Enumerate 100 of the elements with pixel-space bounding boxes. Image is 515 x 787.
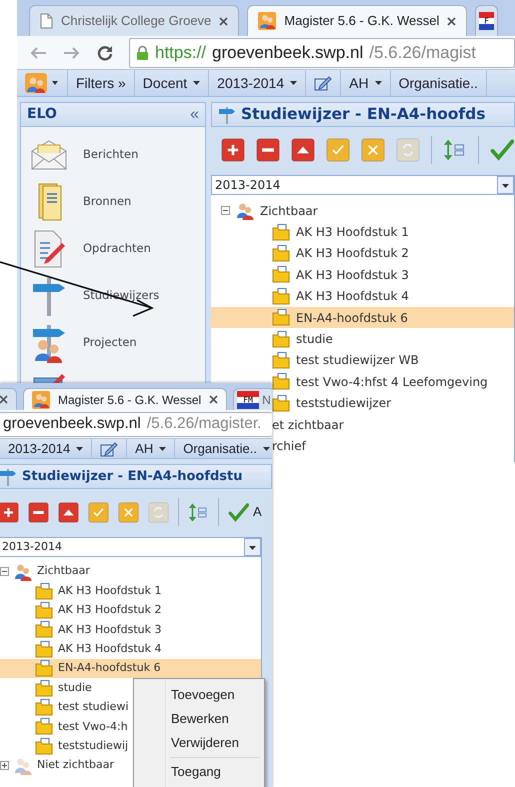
tree-item[interactable]: test Vwo-4:h xyxy=(35,717,132,737)
folder-icon xyxy=(272,330,290,348)
tree-item[interactable]: test studiewi xyxy=(35,698,132,718)
browser-tab[interactable]: F xyxy=(475,5,498,36)
add-button[interactable] xyxy=(0,502,19,522)
tree-item[interactable]: AK H3 Hoofdstuk 3 xyxy=(272,264,413,286)
collapse-icon[interactable] xyxy=(221,206,230,216)
sidebar-item[interactable]: Projecten xyxy=(21,319,205,366)
menu-item[interactable]: Toegang xyxy=(134,760,264,784)
tree-item[interactable]: test Vwo-4:hfst 4 Leefomgeving xyxy=(272,371,492,393)
menu-dropdown[interactable]: 2013-2014 xyxy=(0,439,92,458)
page-icon xyxy=(40,13,53,29)
menu-dropdown[interactable]: AH xyxy=(341,70,391,96)
folder-icon xyxy=(272,266,290,284)
edit-icon[interactable] xyxy=(314,75,332,91)
tree-view-button[interactable] xyxy=(443,138,467,162)
signpost-icon xyxy=(218,106,236,124)
folder-icon xyxy=(272,288,290,305)
remove-button[interactable] xyxy=(28,502,49,522)
tree-item[interactable]: AK H3 Hoofdstuk 4 xyxy=(35,640,166,659)
signpost-icon xyxy=(0,468,17,486)
folder-icon xyxy=(35,660,53,678)
folder-icon xyxy=(35,640,53,658)
caret-icon xyxy=(193,81,200,85)
collapse-button[interactable]: « xyxy=(190,102,199,126)
address-field[interactable]: groevenbeek.swp.nl /5.6.26/magister. xyxy=(0,412,272,436)
tree-item[interactable]: rchief xyxy=(272,435,310,457)
move-up-button[interactable] xyxy=(58,502,79,522)
expand-icon[interactable] xyxy=(0,761,9,770)
folder-icon xyxy=(272,224,290,241)
tree-item[interactable]: studie xyxy=(272,328,337,350)
signpost-icon xyxy=(31,276,67,316)
caret-icon xyxy=(76,446,84,450)
sidebar-item[interactable]: Opdrachten xyxy=(21,225,205,272)
address-field[interactable]: https:// groevenbeek.swp.nl /5.6.26/magist xyxy=(129,38,515,68)
tree-item[interactable]: Niet zichtbaar xyxy=(0,756,118,776)
close-icon[interactable] xyxy=(219,16,228,26)
tree-item[interactable]: test studiewijzer WB xyxy=(272,350,423,372)
sidebar-title: ELO xyxy=(27,105,57,124)
close-icon[interactable] xyxy=(0,395,8,404)
tree-view-button[interactable] xyxy=(188,502,209,522)
reload-icon[interactable] xyxy=(97,44,113,60)
folder-icon xyxy=(35,621,53,638)
accept-button[interactable]: A xyxy=(228,502,262,522)
panel-title: Studiewijzer - EN-A4-hoofds xyxy=(241,104,486,125)
tree-item[interactable]: AK H3 Hoofdstuk 4 xyxy=(272,286,413,307)
document-pencil-icon xyxy=(32,228,66,268)
tree-item[interactable]: EN-A4-hoofdstuk 6 xyxy=(211,306,514,328)
close-icon[interactable] xyxy=(209,395,218,404)
accept-button[interactable] xyxy=(490,138,514,162)
tree-item[interactable]: AK H3 Hoofdstuk 2 xyxy=(35,600,166,620)
tree-item[interactable]: studie xyxy=(35,678,96,698)
tree-item[interactable]: Zichtbaar xyxy=(221,200,322,222)
folder-icon xyxy=(35,602,53,619)
tree-item[interactable]: AK H3 Hoofdstuk 3 xyxy=(35,620,166,640)
menu-item[interactable]: Toevoegen xyxy=(134,683,264,707)
menu-item[interactable]: Bewerken xyxy=(134,707,264,731)
sidebar-item[interactable]: Berichten xyxy=(21,131,205,178)
remove-button[interactable] xyxy=(256,138,280,162)
menu-item[interactable]: Organisatie.. xyxy=(390,70,487,96)
tree-item[interactable]: AK H3 Hoofdstuk 1 xyxy=(272,221,413,243)
menu-item[interactable]: Filters » xyxy=(68,70,135,96)
tree-item[interactable]: teststudiewijzer xyxy=(272,392,396,414)
folder-icon xyxy=(272,373,290,390)
collapse-icon[interactable] xyxy=(0,567,9,576)
tree-item[interactable]: teststudiewij xyxy=(35,736,132,756)
folder-icon xyxy=(35,738,53,755)
lock-icon xyxy=(136,44,149,60)
tree-item[interactable]: et zichtbaar xyxy=(272,414,348,436)
browser-tab[interactable]: FM N xyxy=(233,388,272,410)
menu-dropdown[interactable]: Organisatie.. xyxy=(175,439,272,458)
people-icon xyxy=(32,390,50,408)
tree-item[interactable]: AK H3 Hoofdstuk 2 xyxy=(272,242,413,264)
close-icon[interactable] xyxy=(447,16,456,26)
browser-tab[interactable]: Magister 5.6 - G.K. Wessel xyxy=(247,5,468,36)
tree-item[interactable]: EN-A4-hoofdstuk 6 xyxy=(0,658,261,678)
app-menu-icon[interactable] xyxy=(25,73,59,93)
folder-icon xyxy=(272,244,290,262)
year-dropdown[interactable]: 2013-2014 xyxy=(0,537,262,557)
folder-icon xyxy=(272,309,290,326)
edit-icon[interactable] xyxy=(100,440,118,456)
move-up-button[interactable] xyxy=(291,138,315,162)
browser-tab[interactable]: Christelijk College Groeve xyxy=(29,5,240,36)
caret-icon xyxy=(290,81,298,85)
browser-tab[interactable]: Magister 5.6 - G.K. Wessel xyxy=(23,388,228,410)
menu-dropdown[interactable]: Docent xyxy=(134,70,210,96)
signpost-people-icon xyxy=(31,322,67,362)
people-icon xyxy=(14,756,32,775)
tree-item[interactable]: Zichtbaar xyxy=(0,562,94,582)
year-dropdown[interactable]: 2013-2014 xyxy=(211,175,515,195)
caret-icon xyxy=(159,446,166,450)
sidebar-item[interactable]: Bronnen xyxy=(21,178,205,225)
caret-icon xyxy=(374,81,382,85)
menu-dropdown[interactable]: 2013-2014 xyxy=(209,70,306,96)
people-icon xyxy=(14,562,32,581)
tree-item[interactable]: AK H3 Hoofdstuk 1 xyxy=(35,581,166,601)
flag-logo: F xyxy=(479,12,494,30)
menu-item[interactable]: Verwijderen xyxy=(134,731,264,755)
menu-dropdown[interactable]: AH xyxy=(127,439,176,458)
add-button[interactable] xyxy=(221,138,245,162)
